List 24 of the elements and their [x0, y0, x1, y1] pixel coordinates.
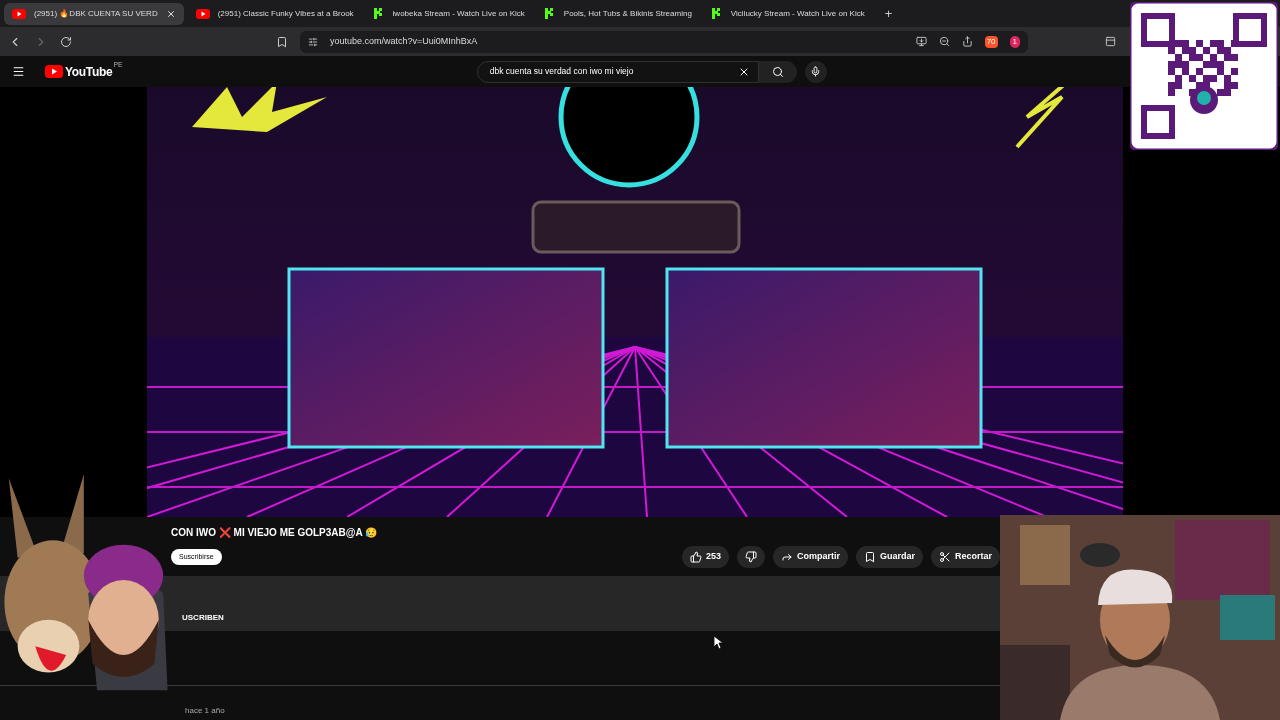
browser-tab[interactable]: iwobeka Stream - Watch Live on Kick: [365, 2, 533, 25]
url-field[interactable]: youtube.com/watch?v=Uui0MInhBxA 70 1: [300, 30, 1028, 53]
video-title: CON IWO ❌ MI VIEJO ME GOLP3AB@A 😥: [171, 526, 379, 540]
comment-time: hace 1 año: [185, 706, 225, 715]
tab-title: iwobeka Stream - Watch Live on Kick: [392, 7, 525, 20]
search-value: dbk cuenta su verdad con iwo mi viejo: [489, 65, 634, 78]
alert-badge[interactable]: 1: [1009, 35, 1020, 48]
like-button[interactable]: 253: [681, 546, 729, 568]
new-tab-button[interactable]: +: [876, 3, 901, 24]
clip-button[interactable]: Recortar: [931, 546, 1000, 568]
share-button[interactable]: Compartir: [772, 546, 848, 568]
tab-title: (2951) 🔥DBK CUENTA SU VERD: [34, 7, 158, 20]
tab-title: (2951) Classic Funky Vibes at a Brook: [217, 7, 354, 20]
save-button[interactable]: Guardar: [855, 546, 923, 568]
description-text: USCRIBEN: [182, 613, 224, 622]
url-text: youtube.com/watch?v=Uui0MInhBxA: [330, 34, 478, 48]
logo-text[interactable]: YouTube: [65, 62, 113, 81]
browser-tab[interactable]: (2951) 🔥DBK CUENTA SU VERD: [4, 2, 184, 25]
tab-title: Pools, Hot Tubs & Bikinis Streaming: [563, 7, 692, 20]
tab-title: Vicilucky Stream - Watch Live on Kick: [730, 7, 865, 20]
search-field[interactable]: dbk cuenta su verdad con iwo mi viejo: [476, 60, 759, 83]
browser-tab[interactable]: Vicilucky Stream - Watch Live on Kick: [703, 2, 873, 25]
browser-tab[interactable]: (2951) Classic Funky Vibes at a Brook: [187, 2, 362, 25]
browser-tab[interactable]: Pools, Hot Tubs & Bikinis Streaming: [536, 2, 700, 25]
